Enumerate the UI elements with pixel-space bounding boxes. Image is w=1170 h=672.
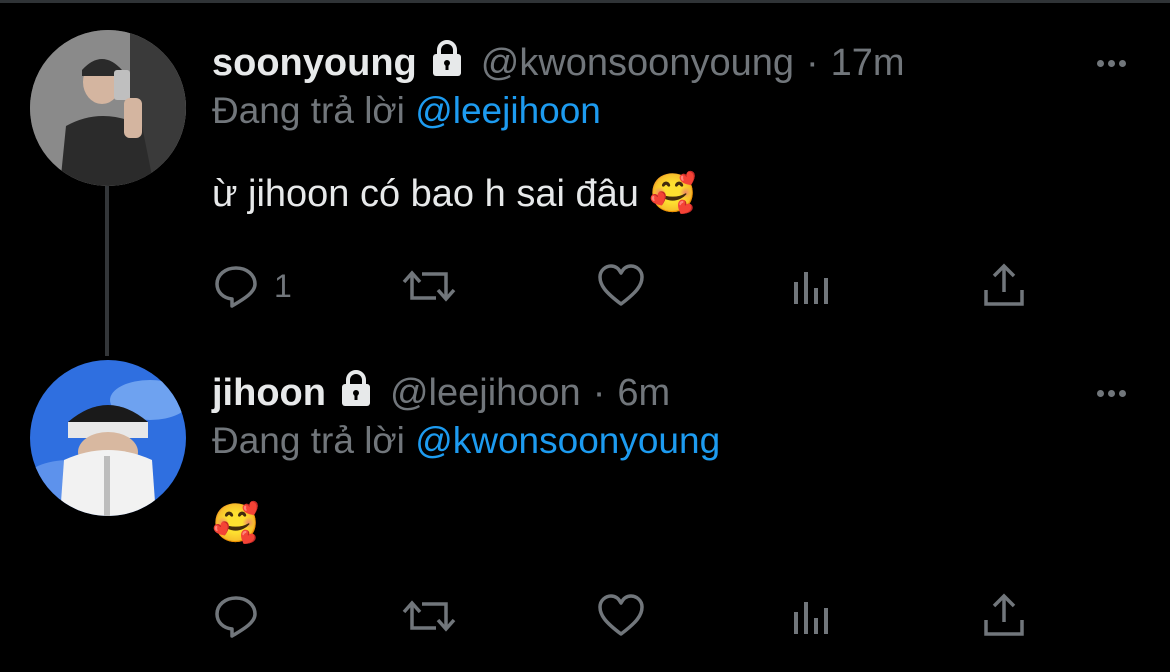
tweet-actions <box>212 592 1042 642</box>
user-handle[interactable]: @kwonsoonyoung <box>481 42 794 85</box>
tweet-text: ừ jihoon có bao h sai đâu 🥰 <box>212 173 697 215</box>
replying-label: Đang trả lời <box>212 90 405 131</box>
tweet-header: jihoon @leejihoon · 6m <box>212 370 670 416</box>
share-icon <box>984 593 1024 636</box>
share-button[interactable] <box>982 262 1026 310</box>
reply-icon <box>215 596 257 638</box>
lock-icon <box>427 38 467 88</box>
analytics-icon <box>794 602 828 634</box>
retweet-icon <box>402 270 456 302</box>
reply-count: 1 <box>274 267 292 304</box>
tweet-actions: 1 <box>212 262 1042 312</box>
reply-button[interactable]: 1 <box>212 262 292 310</box>
heart-icon <box>598 594 644 636</box>
display-name[interactable]: jihoon <box>212 372 326 415</box>
mention-link[interactable]: @leejihoon <box>415 90 601 131</box>
avatar[interactable] <box>30 30 186 186</box>
reply-button[interactable] <box>212 592 274 640</box>
like-button[interactable] <box>597 592 645 640</box>
analytics-icon <box>794 272 828 304</box>
replying-label: Đang trả lời <box>212 420 405 461</box>
user-handle[interactable]: @leejihoon <box>390 372 581 415</box>
sky-selfie-avatar-image <box>30 360 186 516</box>
mention-link[interactable]: @kwonsoonyoung <box>415 420 720 461</box>
retweet-icon <box>402 600 456 632</box>
timestamp[interactable]: 17m <box>831 42 905 85</box>
reply-icon <box>215 266 257 308</box>
more-options-icon[interactable] <box>1093 384 1126 402</box>
share-button[interactable] <box>982 592 1026 640</box>
tweet-header: soonyoung @kwonsoonyoung · 17m <box>212 40 905 86</box>
retweet-button[interactable] <box>402 262 456 310</box>
mirror-selfie-avatar-image <box>30 30 186 186</box>
like-button[interactable] <box>597 262 645 310</box>
replying-to: Đang trả lời @leejihoon <box>212 90 601 132</box>
replying-to: Đang trả lời @kwonsoonyoung <box>212 420 720 462</box>
heart-icon <box>598 264 644 306</box>
tweet-text: 🥰 <box>212 503 260 545</box>
retweet-button[interactable] <box>402 592 456 640</box>
separator-dot: · <box>592 371 606 414</box>
analytics-button[interactable] <box>792 262 834 310</box>
share-icon <box>984 263 1024 306</box>
lock-icon <box>336 368 376 418</box>
tweet-2[interactable]: jihoon @leejihoon · 6m Đang trả lời @kwo… <box>0 340 1170 672</box>
timestamp[interactable]: 6m <box>617 372 670 415</box>
more-options-icon[interactable] <box>1093 54 1126 72</box>
tweet-1[interactable]: soonyoung @kwonsoonyoung · 17m Đang trả … <box>0 0 1170 340</box>
display-name[interactable]: soonyoung <box>212 42 417 85</box>
analytics-button[interactable] <box>792 592 834 640</box>
separator-dot: · <box>806 41 819 84</box>
avatar[interactable] <box>30 360 186 516</box>
